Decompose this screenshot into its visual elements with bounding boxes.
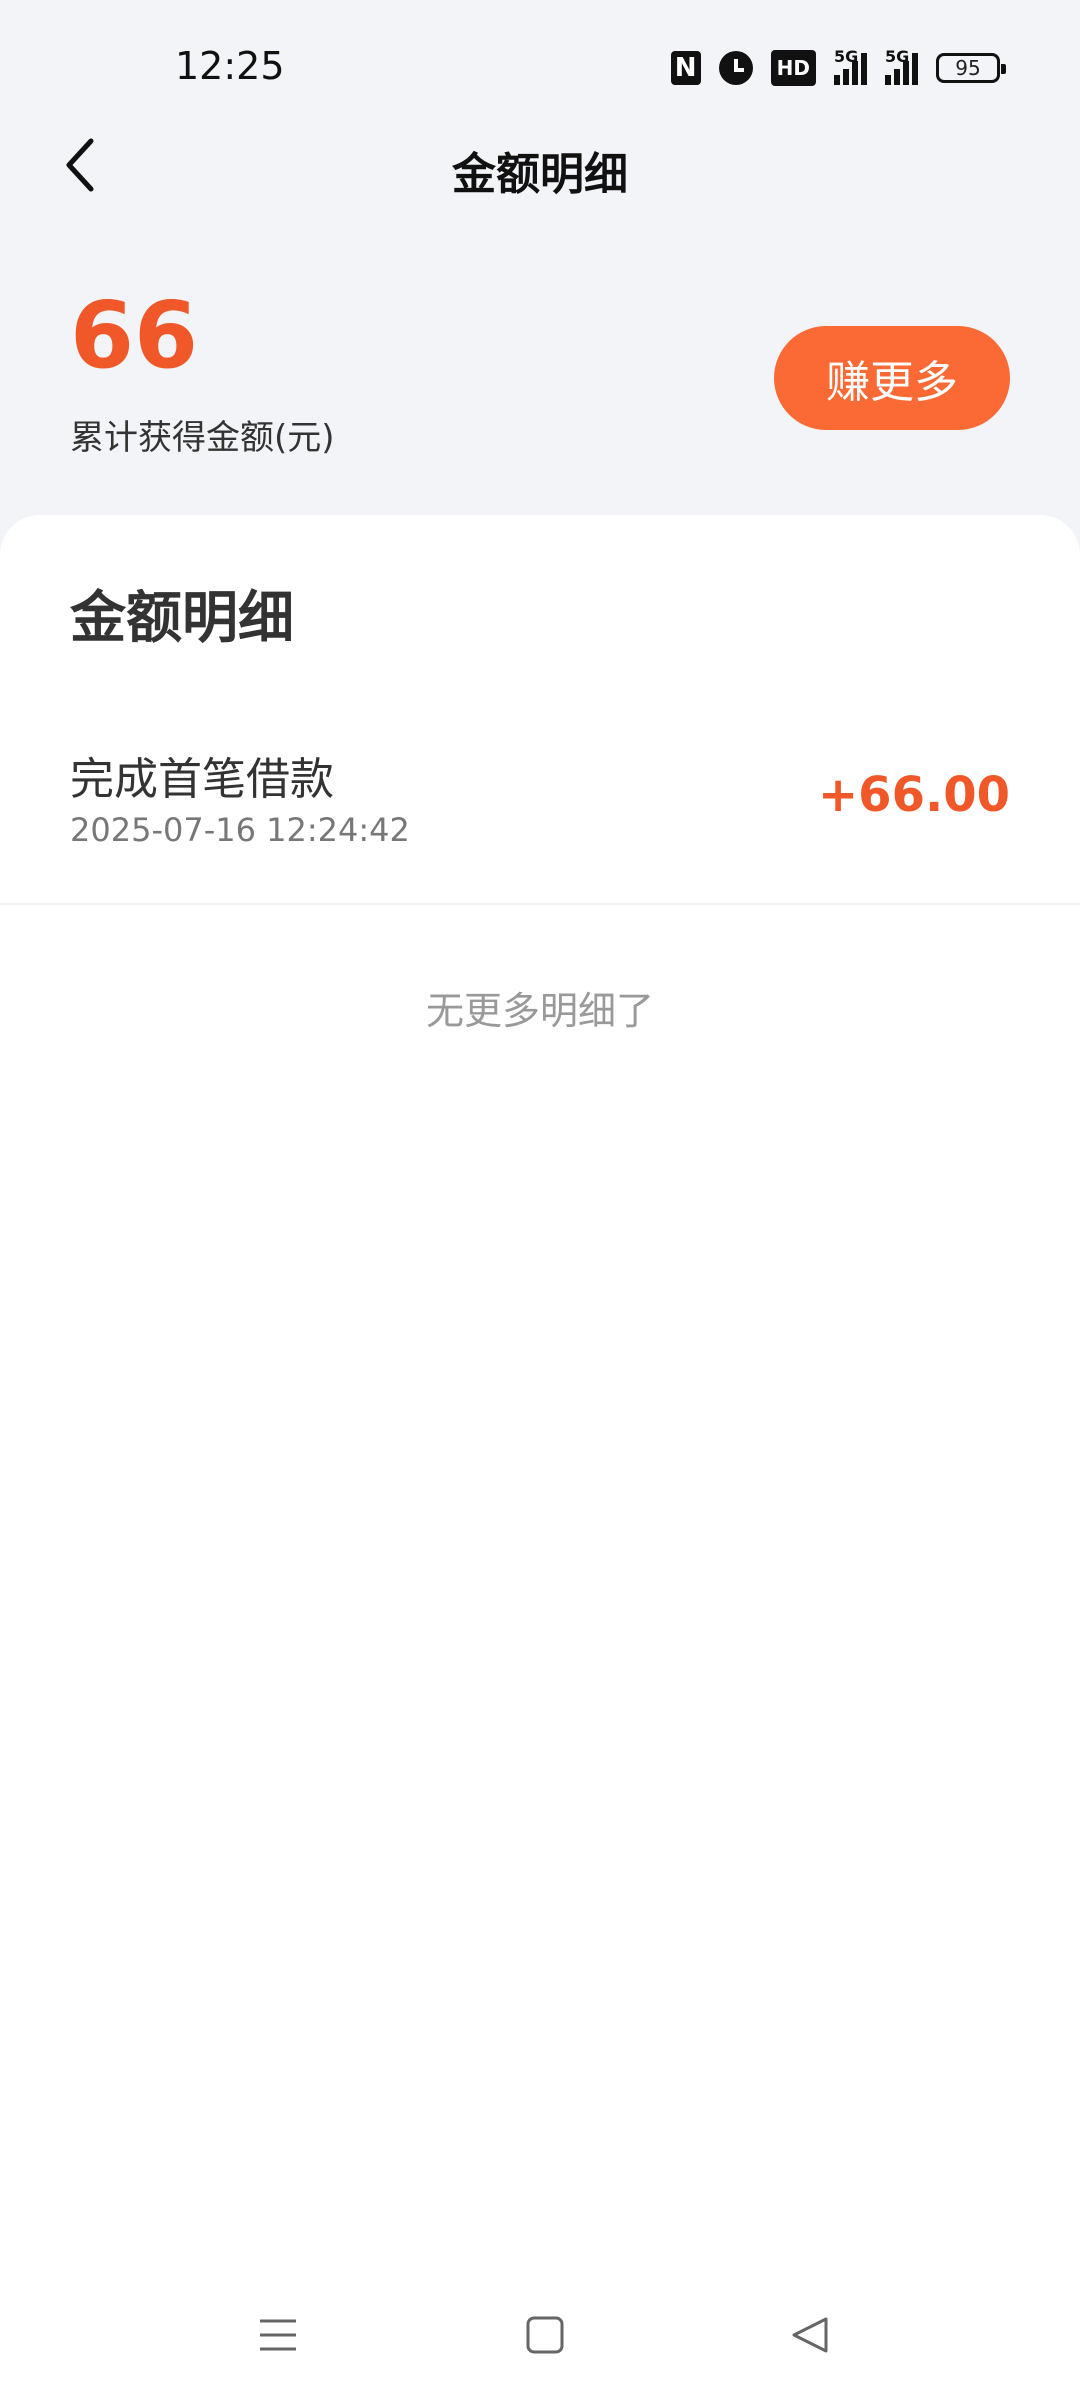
network-label: 5G bbox=[834, 47, 859, 66]
page-title: 金额明细 bbox=[452, 149, 628, 200]
signal-5g-icon: 5G bbox=[834, 47, 867, 85]
back-icon bbox=[792, 2317, 828, 2353]
menu-icon bbox=[260, 2319, 296, 2351]
earnings-summary: 66 累计获得金额(元) 赚更多 bbox=[0, 290, 1080, 470]
status-icons: N HD 5G 5G 95 bbox=[670, 47, 1006, 88]
home-icon bbox=[526, 2316, 564, 2354]
status-time: 12:25 bbox=[175, 44, 285, 88]
section-title: 金额明细 bbox=[70, 586, 294, 651]
total-amount: 66 bbox=[70, 282, 199, 389]
menu-button[interactable] bbox=[238, 2300, 318, 2370]
record-time: 2025-07-16 12:24:42 bbox=[70, 811, 410, 849]
earn-more-button[interactable]: 赚更多 bbox=[774, 326, 1010, 430]
details-card: 金额明细 完成首笔借款 2025-07-16 12:24:42 +66.00 无… bbox=[0, 515, 1080, 2400]
system-nav-bar bbox=[0, 2270, 1080, 2400]
record-amount: +66.00 bbox=[817, 767, 1010, 823]
nfc-icon: N bbox=[670, 51, 701, 85]
screen: 12:25 N HD 5G 5G 95 金额明细 66 累计获得金额(元) 赚更… bbox=[0, 0, 1080, 2400]
hd-icon: HD bbox=[770, 50, 816, 86]
total-amount-label: 累计获得金额(元) bbox=[70, 418, 335, 458]
status-bar: 12:25 N HD 5G 5G 95 bbox=[0, 0, 1080, 130]
back-nav-button[interactable] bbox=[770, 2300, 850, 2370]
battery-level: 95 bbox=[955, 56, 981, 80]
home-button[interactable] bbox=[505, 2300, 585, 2370]
record-name: 完成首笔借款 bbox=[70, 754, 334, 805]
signal-5g-icon: 5G bbox=[885, 47, 918, 85]
battery-icon: 95 bbox=[936, 53, 1006, 83]
no-more-text: 无更多明细了 bbox=[425, 989, 654, 1033]
list-item[interactable]: 完成首笔借款 2025-07-16 12:24:42 +66.00 bbox=[0, 715, 1080, 905]
alarm-icon bbox=[718, 51, 753, 85]
header: 金额明细 bbox=[0, 120, 1080, 210]
network-label: 5G bbox=[885, 47, 910, 66]
